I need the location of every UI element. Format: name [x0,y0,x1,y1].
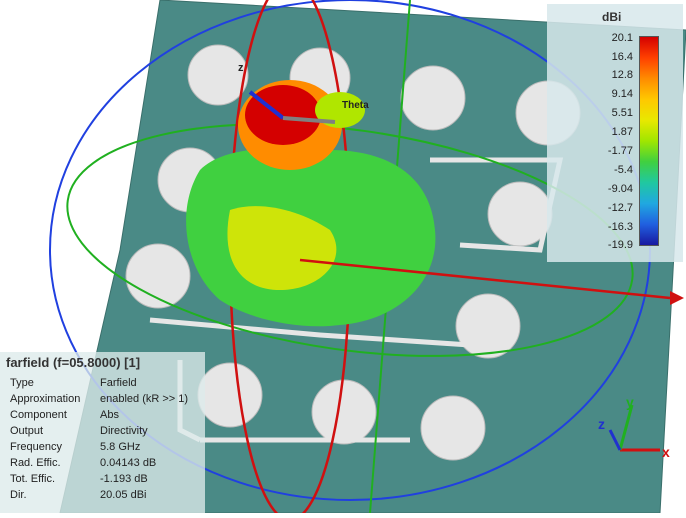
info-value: Abs [100,409,119,421]
info-label: Type [10,377,34,389]
info-value: Directivity [100,425,148,437]
legend-tick: 12.8 [611,69,633,81]
patch-element [197,362,263,428]
info-label: Approximation [10,393,81,405]
triad-z-label: z [598,416,605,432]
info-label: Tot. Effic. [10,473,56,485]
legend-tick: 5.51 [611,107,633,119]
x-arrow-head [670,291,684,305]
info-value: -1.193 dB [100,473,148,485]
info-label: Frequency [10,441,62,453]
colorbar-legend: dBi 20.1 16.4 12.8 9.14 5.51 1.87 -1.77 … [547,4,683,262]
legend-tick: 1.87 [611,126,633,138]
info-value: 5.8 GHz [100,441,141,453]
patch-element [311,379,377,445]
patch-element [400,65,466,131]
info-value: 0.04143 dB [100,457,157,469]
theta-axis-label: Theta [342,100,369,111]
patch-element [187,44,249,106]
info-label: Component [10,409,67,421]
legend-tick: -1.77 [607,145,633,157]
farfield-title: farfield (f=05.8000) [1] [6,355,141,370]
z-axis-label: z [238,62,244,74]
colorbar [639,36,659,246]
legend-unit: dBi [602,10,622,24]
legend-tick: 9.14 [611,88,633,100]
legend-tick: -19.9 [607,239,633,251]
legend-tick: 20.1 [611,32,633,44]
triad-x-label: x [662,444,670,460]
legend-tick: -5.4 [614,164,633,176]
legend-tick: -9.04 [607,183,633,195]
legend-tick: 16.4 [611,51,633,63]
info-value: enabled (kR >> 1) [100,393,189,405]
info-label: Rad. Effic. [10,457,61,469]
legend-tick: -16.3 [607,221,633,233]
farfield-info-panel: farfield (f=05.8000) [1] Type Farfield A… [0,352,205,513]
info-label: Output [10,425,44,437]
triad-y-label: y [626,394,634,410]
info-value: Farfield [100,377,137,389]
patch-element [420,395,486,461]
info-label: Dir. [10,489,27,501]
info-value: 20.05 dBi [100,489,147,501]
legend-tick: -12.7 [607,202,633,214]
patch-element [455,293,521,359]
